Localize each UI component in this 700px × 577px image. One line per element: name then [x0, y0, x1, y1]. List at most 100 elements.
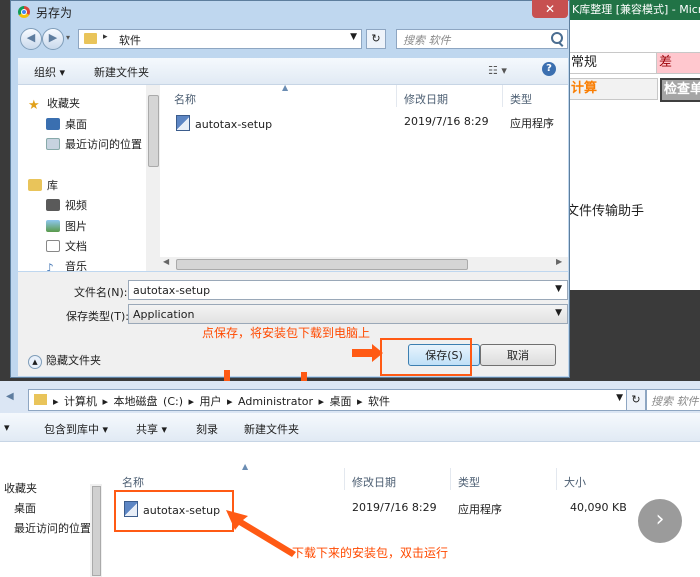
- picture-icon: [46, 220, 60, 232]
- column-date[interactable]: 修改日期: [404, 91, 448, 107]
- nav-recent[interactable]: 最近访问的位置: [46, 136, 142, 152]
- sort-up-icon: ▲: [242, 462, 249, 471]
- dialog-browse-pane: ★ 收藏夹 桌面 最近访问的位置 库 视频 图片 文档 ♪ 音乐 名称 ▲ 修改日期…: [18, 83, 568, 271]
- column-date[interactable]: 修改日期: [352, 474, 396, 490]
- cancel-button[interactable]: 取消: [480, 344, 556, 366]
- explorer-search-input[interactable]: 搜索 软件: [646, 389, 700, 411]
- nav-favorites[interactable]: 收藏夹: [4, 480, 37, 496]
- excel-title-text: K库整理 [兼容模式] - Micr: [572, 3, 700, 16]
- search-placeholder: 搜索 软件: [403, 34, 451, 47]
- close-button[interactable]: ✕: [532, 0, 568, 18]
- save-highlight-box: [380, 338, 472, 376]
- column-divider[interactable]: [396, 85, 397, 107]
- filename-field[interactable]: autotax-setup ▼: [128, 280, 568, 300]
- burn-button[interactable]: 刻录: [196, 421, 218, 437]
- column-divider[interactable]: [450, 468, 451, 490]
- explorer-nav-pane: 收藏夹 桌面 最近访问的位置: [0, 442, 91, 577]
- new-folder-button[interactable]: 新建文件夹: [244, 421, 299, 437]
- dialog-nav-row: ◀ ▶ ▾ ▸ 软件 ▼ ↻ 搜索 软件: [18, 28, 568, 52]
- address-bar[interactable]: ▸ 软件 ▼: [78, 29, 362, 49]
- recent-places-icon: [46, 138, 60, 150]
- nav-videos[interactable]: 视频: [46, 197, 87, 213]
- nav-desktop[interactable]: 桌面: [46, 116, 87, 132]
- nav-documents[interactable]: 文档: [46, 238, 87, 254]
- chevron-down-icon[interactable]: ▼: [555, 308, 562, 318]
- filename-value: autotax-setup: [133, 284, 211, 297]
- chevron-down-icon[interactable]: ▼: [350, 32, 357, 42]
- folder-icon: [84, 33, 97, 44]
- installer-icon: [176, 115, 190, 131]
- filetype-select[interactable]: Application ▼: [128, 304, 568, 324]
- search-icon: [551, 32, 563, 44]
- search-input[interactable]: 搜索 软件: [396, 29, 568, 49]
- nav-scroll-thumb[interactable]: [148, 95, 159, 167]
- nav-desktop[interactable]: 桌面: [14, 500, 36, 516]
- chrome-icon: [18, 6, 30, 18]
- dialog-titlebar: 另存为 ✕: [10, 0, 570, 24]
- file-type: 应用程序: [458, 503, 502, 516]
- file-name: autotax-setup: [195, 118, 273, 131]
- scroll-thumb[interactable]: [176, 259, 468, 270]
- file-row[interactable]: autotax-setup: [176, 115, 272, 131]
- nav-pictures[interactable]: 图片: [46, 218, 87, 234]
- annotation-save-hint: 点保存，将安装包下载到电脑上: [202, 326, 371, 340]
- help-icon[interactable]: ?: [542, 62, 556, 76]
- document-icon: [46, 240, 60, 252]
- refresh-button[interactable]: ↻: [366, 29, 386, 49]
- horizontal-scrollbar[interactable]: ◀ ▶: [160, 257, 568, 271]
- column-type[interactable]: 类型: [458, 474, 480, 490]
- nav-scrollbar[interactable]: [146, 85, 160, 271]
- organize-dropdown[interactable]: ▾: [4, 421, 10, 434]
- search-placeholder: 搜索 软件: [651, 395, 699, 408]
- explorer-address-row: ◀ ▸ 计算机 ▸ 本地磁盘 (C:) ▸ 用户 ▸ Administrator…: [0, 381, 700, 413]
- background-excel-title: K库整理 [兼容模式] - Micr: [568, 0, 700, 20]
- forward-button[interactable]: ▶: [42, 28, 64, 50]
- breadcrumb[interactable]: ▸ 计算机 ▸ 本地磁盘 (C:) ▸ 用户 ▸ Administrator ▸…: [53, 393, 390, 409]
- column-divider[interactable]: [344, 468, 345, 490]
- refresh-button[interactable]: ↻: [626, 389, 646, 411]
- back-button[interactable]: ◀: [20, 28, 42, 50]
- file-date: 2019/7/16 8:29: [352, 501, 437, 514]
- organize-button[interactable]: 组织 ▾: [34, 64, 65, 80]
- dialog-title: 另存为: [36, 6, 73, 20]
- style-cell-check[interactable]: 检查单: [660, 78, 700, 102]
- view-options-icon[interactable]: ☷ ▾: [488, 64, 507, 77]
- back-button[interactable]: ◀: [6, 391, 14, 402]
- explorer-address-bar[interactable]: ▸ 计算机 ▸ 本地磁盘 (C:) ▸ 用户 ▸ Administrator ▸…: [28, 389, 628, 411]
- scroll-thumb[interactable]: [92, 486, 101, 576]
- nav-music[interactable]: ♪ 音乐: [46, 258, 87, 271]
- explorer-nav-scrollbar[interactable]: [90, 484, 102, 577]
- column-name[interactable]: 名称: [122, 474, 144, 490]
- chevron-right-icon[interactable]: ▸: [103, 32, 108, 42]
- hide-folders-toggle[interactable]: ▲ 隐藏文件夹: [28, 352, 101, 369]
- file-size: 40,090 KB: [570, 501, 627, 514]
- hide-folders-label: 隐藏文件夹: [46, 354, 101, 367]
- chevron-down-icon[interactable]: ▼: [555, 284, 562, 294]
- column-divider[interactable]: [556, 468, 557, 490]
- filetype-value: Application: [133, 308, 195, 321]
- next-page-button[interactable]: ›: [638, 499, 682, 543]
- include-library-button[interactable]: 包含到库中 ▾: [44, 421, 108, 437]
- style-cell-bad[interactable]: 差: [656, 52, 700, 74]
- recent-pages-icon[interactable]: ▾: [66, 33, 70, 42]
- nav-favorites[interactable]: ★ 收藏夹: [28, 95, 80, 113]
- style-cell-calc[interactable]: 计算: [568, 78, 658, 100]
- chevron-down-icon[interactable]: ▼: [616, 393, 623, 403]
- style-cell-normal[interactable]: 常规: [568, 52, 658, 74]
- arrow-to-save-icon: [352, 344, 383, 362]
- column-size[interactable]: 大小: [564, 474, 586, 490]
- column-name[interactable]: 名称: [174, 91, 196, 107]
- folder-icon: [34, 394, 47, 405]
- dialog-nav-pane: ★ 收藏夹 桌面 最近访问的位置 库 视频 图片 文档 ♪ 音乐: [18, 85, 147, 271]
- share-button[interactable]: 共享 ▾: [136, 421, 167, 437]
- dialog-toolbar: 组织 ▾ 新建文件夹 ☷ ▾ ?: [18, 58, 568, 85]
- background-excel-window: [568, 0, 700, 290]
- new-folder-button[interactable]: 新建文件夹: [94, 64, 149, 80]
- library-icon: [28, 179, 42, 191]
- nav-libraries[interactable]: 库: [28, 177, 58, 193]
- column-type[interactable]: 类型: [510, 91, 532, 107]
- file-transfer-helper-text: 文件传输助手: [566, 204, 645, 219]
- column-divider[interactable]: [502, 85, 503, 107]
- nav-recent[interactable]: 最近访问的位置: [14, 520, 91, 536]
- music-icon: ♪: [46, 261, 54, 271]
